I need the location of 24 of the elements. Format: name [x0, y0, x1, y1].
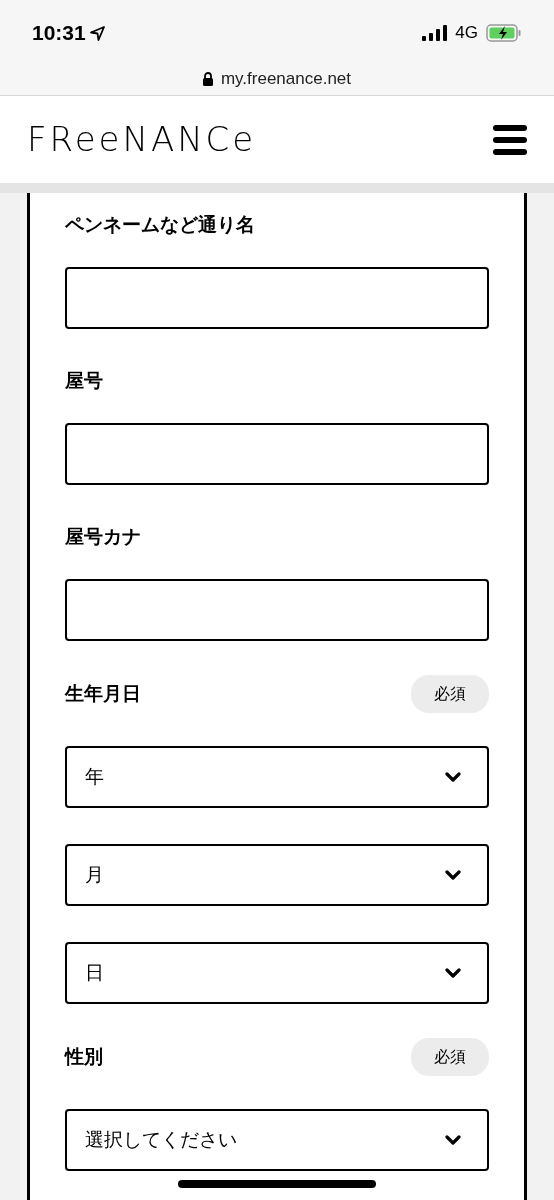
input-field[interactable]	[65, 267, 489, 329]
url-text[interactable]: my.freenance.net	[220, 66, 352, 92]
field-label: 性別	[65, 1044, 103, 1069]
field-label: ペンネームなど通り名	[65, 212, 255, 237]
required-badge: 必須	[411, 675, 489, 713]
chevron-down-icon	[445, 771, 461, 783]
select-field[interactable]: 選択してください	[65, 1109, 489, 1171]
field-label: 生年月日	[65, 681, 141, 706]
menu-button[interactable]	[493, 123, 527, 156]
location-arrow-icon	[89, 25, 105, 41]
select-field[interactable]: 日	[65, 942, 489, 1004]
input-field[interactable]	[65, 579, 489, 641]
network-label: 4G	[455, 22, 478, 45]
chevron-down-icon	[445, 967, 461, 979]
field-label: 屋号	[65, 368, 103, 393]
input-field[interactable]	[65, 423, 489, 485]
clock-time: 10:31	[32, 20, 86, 47]
chevron-down-icon	[445, 1134, 461, 1146]
chevron-down-icon	[445, 869, 461, 881]
signal-icon	[422, 25, 448, 41]
select-field[interactable]: 年	[65, 746, 489, 808]
field-label: 屋号カナ	[65, 524, 141, 549]
select-field[interactable]: 月	[65, 844, 489, 906]
required-badge: 必須	[411, 1038, 489, 1076]
